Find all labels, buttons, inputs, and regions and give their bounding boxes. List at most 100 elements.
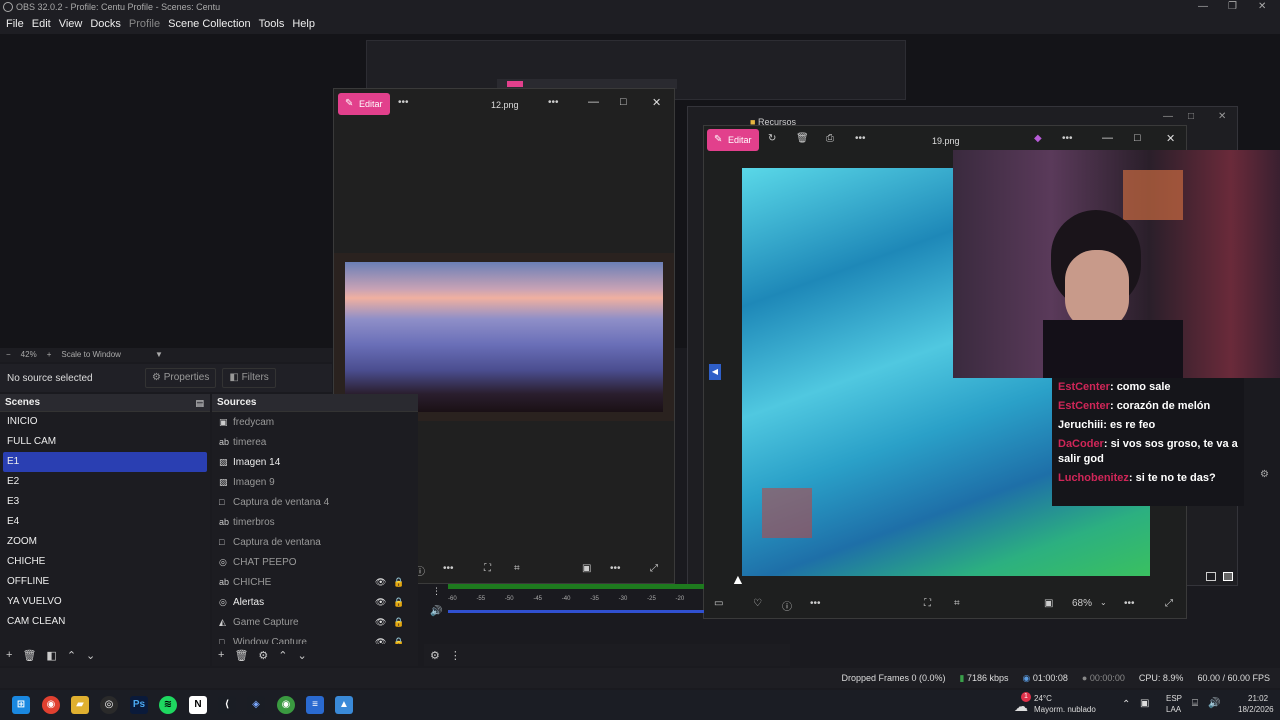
- menu-edit[interactable]: Edit: [28, 14, 55, 34]
- properties-button[interactable]: ⚙ Properties: [145, 368, 217, 388]
- more-icon-2[interactable]: •••: [810, 598, 821, 609]
- notion-icon[interactable]: N: [189, 696, 207, 714]
- more-options-icon[interactable]: •••: [548, 97, 559, 108]
- mixer-settings-icon[interactable]: ⚙: [430, 649, 440, 662]
- visibility-icon[interactable]: 👁: [375, 632, 386, 644]
- scene-item[interactable]: INICIO: [0, 412, 210, 432]
- visibility-icon[interactable]: 👁: [375, 612, 386, 632]
- close-icon[interactable]: ✕: [1166, 132, 1175, 145]
- fit-icon[interactable]: ⛶: [484, 563, 491, 574]
- bg-close-icon[interactable]: ✕: [1218, 111, 1226, 122]
- scene-item[interactable]: E4: [0, 512, 210, 532]
- more-options-icon[interactable]: •••: [1062, 133, 1073, 144]
- dock-menu-icon[interactable]: ▤: [195, 394, 204, 412]
- crop-icon[interactable]: ⌗: [514, 563, 520, 574]
- volume-icon[interactable]: 🔊: [1208, 698, 1220, 709]
- lock-icon[interactable]: 🔒: [393, 592, 404, 612]
- scene-item[interactable]: OFFLINE: [0, 572, 210, 592]
- clock-time[interactable]: 21:02: [1248, 694, 1268, 703]
- source-item[interactable]: ◭ Game Capture 👁 🔒: [212, 612, 418, 632]
- network-icon[interactable]: ⌸: [1192, 698, 1198, 709]
- visibility-icon[interactable]: 👁: [375, 572, 386, 592]
- previous-image-icon[interactable]: ◀: [709, 364, 721, 380]
- scene-item[interactable]: FULL CAM: [0, 432, 210, 452]
- visibility-icon[interactable]: 👁: [375, 592, 386, 612]
- source-item[interactable]: ab timerbros: [212, 512, 418, 532]
- source-item[interactable]: ◎ Alertas 👁 🔒: [212, 592, 418, 612]
- filmstrip-icon[interactable]: ▭: [714, 598, 723, 609]
- bg-minimize-icon[interactable]: —: [1163, 111, 1173, 122]
- more-icon-2[interactable]: •••: [443, 563, 454, 574]
- mixer-more-icon[interactable]: ⋮: [450, 649, 461, 662]
- move-down-icon[interactable]: ⌄: [86, 649, 95, 662]
- gear-icon[interactable]: ⚙: [1260, 469, 1269, 480]
- move-up-icon[interactable]: ⌃: [278, 649, 287, 662]
- language-code[interactable]: ESP: [1166, 694, 1182, 703]
- screenshot-icon[interactable]: ▣: [582, 563, 591, 574]
- maximize-icon[interactable]: □: [1134, 132, 1141, 144]
- add-source-icon[interactable]: +: [218, 649, 224, 661]
- chrome-icon[interactable]: ◉: [42, 696, 60, 714]
- tray-app-icon[interactable]: ▣: [1140, 698, 1149, 709]
- source-properties-icon[interactable]: ⚙: [258, 649, 268, 662]
- source-item[interactable]: ▧ Imagen 14: [212, 452, 418, 472]
- edit-button[interactable]: Editar: [338, 93, 390, 115]
- scene-item[interactable]: CHICHE: [0, 552, 210, 572]
- delete-icon[interactable]: 🗑: [796, 133, 809, 144]
- source-item[interactable]: □ Captura de ventana: [212, 532, 418, 552]
- start-icon[interactable]: ⊞: [12, 696, 30, 714]
- notepad-icon[interactable]: ≡: [306, 696, 324, 714]
- mixer-menu-icon[interactable]: ⋮: [432, 586, 441, 597]
- screenshot-icon[interactable]: ▣: [1044, 598, 1053, 609]
- move-down-icon[interactable]: ⌄: [298, 649, 307, 662]
- scene-item[interactable]: E1: [3, 452, 207, 472]
- copilot-icon[interactable]: ◆: [1034, 133, 1042, 144]
- view-toggle-icon-2[interactable]: [1223, 572, 1233, 581]
- chrome-profile-icon[interactable]: ◉: [277, 696, 295, 714]
- lock-icon[interactable]: 🔒: [393, 572, 404, 592]
- volume-slider[interactable]: [448, 610, 704, 613]
- zoom-out-icon[interactable]: −: [6, 348, 11, 362]
- photos-icon[interactable]: ▲: [335, 696, 353, 714]
- source-item[interactable]: ◎ CHAT PEEPO: [212, 552, 418, 572]
- clock-date[interactable]: 18/2/2026: [1238, 705, 1274, 714]
- lock-icon[interactable]: 🔒: [393, 612, 404, 632]
- menu-tools[interactable]: Tools: [255, 14, 289, 34]
- fit-icon[interactable]: ⛶: [924, 598, 931, 609]
- dropdown-icon[interactable]: ▼: [155, 348, 163, 362]
- info-icon[interactable]: ⓘ: [782, 598, 792, 613]
- source-item[interactable]: ab timerea: [212, 432, 418, 452]
- source-item[interactable]: ▣ fredycam: [212, 412, 418, 432]
- scene-item[interactable]: E3: [0, 492, 210, 512]
- scene-item[interactable]: ZOOM: [0, 532, 210, 552]
- capcut-icon[interactable]: ⟨: [218, 696, 236, 714]
- source-item[interactable]: ▧ Imagen 9: [212, 472, 418, 492]
- remove-scene-icon[interactable]: 🗑: [22, 649, 36, 662]
- fullscreen-icon[interactable]: ⤢: [650, 563, 658, 574]
- menu-help[interactable]: Help: [288, 14, 319, 34]
- heart-icon[interactable]: ♡: [753, 598, 762, 609]
- more-icon[interactable]: •••: [855, 133, 866, 144]
- print-icon[interactable]: ⎙: [826, 133, 834, 144]
- bg-maximize-icon[interactable]: □: [1188, 111, 1194, 122]
- edit-button[interactable]: Editar: [707, 129, 759, 151]
- lock-icon[interactable]: 🔒: [393, 632, 404, 644]
- maximize-icon[interactable]: □: [620, 96, 627, 108]
- chevron-down-icon[interactable]: ⌄: [1100, 598, 1107, 607]
- source-item[interactable]: ab CHICHE 👁 🔒: [212, 572, 418, 592]
- scene-item[interactable]: E2: [0, 472, 210, 492]
- zoom-in-icon[interactable]: +: [47, 348, 52, 362]
- fullscreen-icon[interactable]: ⤢: [1165, 598, 1173, 609]
- view-toggle-icon[interactable]: [1206, 572, 1216, 581]
- menu-file[interactable]: File: [2, 14, 28, 34]
- photoshop-icon[interactable]: Ps: [130, 696, 148, 714]
- minimize-icon[interactable]: —: [1198, 0, 1208, 14]
- tray-chevron-icon[interactable]: ⌃: [1122, 699, 1130, 710]
- more-icon[interactable]: •••: [398, 97, 409, 108]
- remove-source-icon[interactable]: 🗑: [234, 649, 248, 662]
- scene-item[interactable]: CAM CLEAN: [0, 612, 210, 632]
- obs-icon[interactable]: ◎: [100, 696, 118, 714]
- menu-view[interactable]: View: [55, 14, 87, 34]
- spotify-icon[interactable]: ≋: [159, 696, 177, 714]
- rotate-icon[interactable]: ↻: [768, 133, 776, 144]
